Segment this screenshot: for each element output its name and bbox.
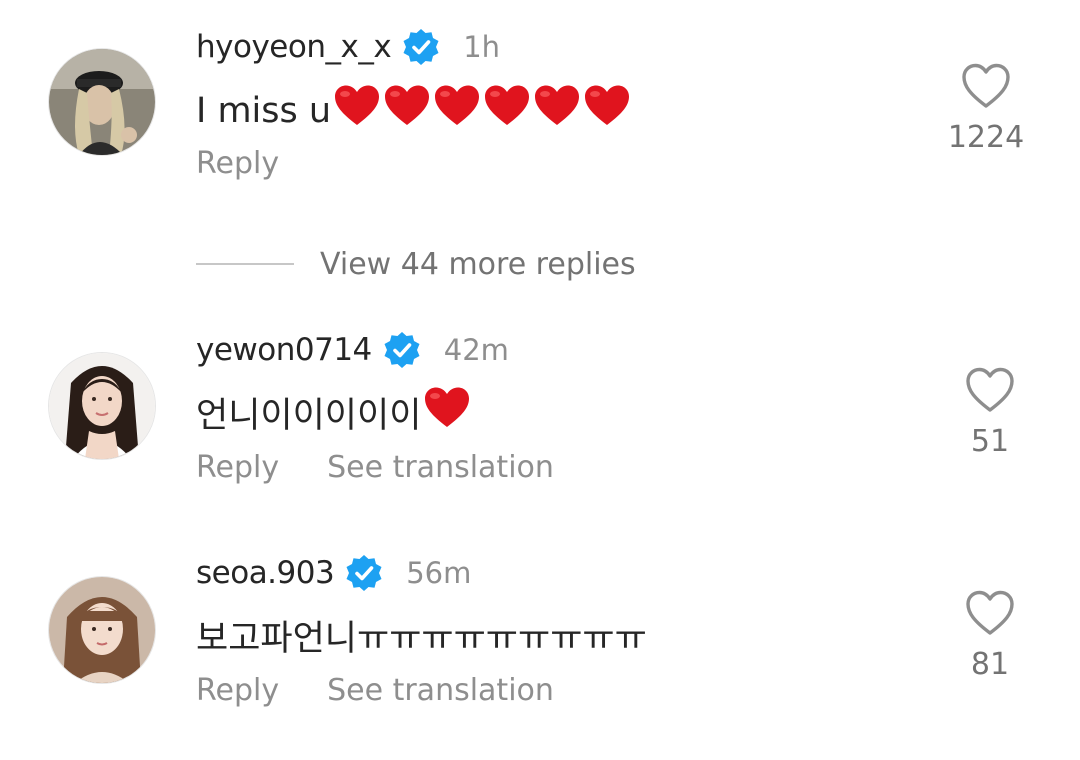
heart-emoji-group <box>421 386 471 439</box>
heart-outline-icon[interactable] <box>964 589 1016 637</box>
comment-actions: Reply See translation <box>196 450 554 485</box>
view-more-replies[interactable]: View 44 more replies <box>196 244 636 284</box>
reply-button[interactable]: Reply <box>196 450 279 485</box>
like-column: 51 <box>930 366 1050 459</box>
comment-actions: Reply See translation <box>196 673 554 708</box>
timestamp: 42m <box>443 333 509 367</box>
see-translation-button[interactable]: See translation <box>327 450 554 485</box>
username[interactable]: yewon0714 <box>196 332 372 368</box>
reply-button[interactable]: Reply <box>196 673 279 708</box>
avatar[interactable] <box>48 576 156 684</box>
red-heart-emoji-icon <box>425 387 470 427</box>
username[interactable]: seoa.903 <box>196 555 335 591</box>
see-translation-button[interactable]: See translation <box>327 673 554 708</box>
divider-line <box>196 263 294 265</box>
like-count: 51 <box>970 424 1010 459</box>
timestamp: 56m <box>406 556 472 590</box>
like-column: 81 <box>930 589 1050 682</box>
comment-body: 보고파언니ㅠㅠㅠㅠㅠㅠㅠㅠㅠ <box>196 619 647 659</box>
view-replies-label[interactable]: View 44 more replies <box>320 247 636 282</box>
avatar-photo-icon <box>49 577 155 683</box>
heart-outline-icon[interactable] <box>964 366 1016 414</box>
comment-header: yewon0714 42m <box>196 330 509 370</box>
comment-header: seoa.903 56m <box>196 553 471 593</box>
avatar[interactable] <box>48 352 156 460</box>
comment-text: 보고파언니ㅠㅠㅠㅠㅠㅠㅠㅠㅠ <box>196 610 647 661</box>
avatar-photo-icon <box>49 353 155 459</box>
like-count: 81 <box>970 647 1010 682</box>
verified-badge-icon <box>384 332 420 368</box>
comment-body: 언니이이이이이 <box>196 396 422 436</box>
verified-badge-icon <box>346 555 382 591</box>
comment-item: seoa.903 56m 보고파언니ㅠㅠㅠㅠㅠㅠㅠㅠㅠ Reply See tr… <box>0 0 1080 708</box>
comment-text: 언니이이이이이 <box>196 386 471 439</box>
